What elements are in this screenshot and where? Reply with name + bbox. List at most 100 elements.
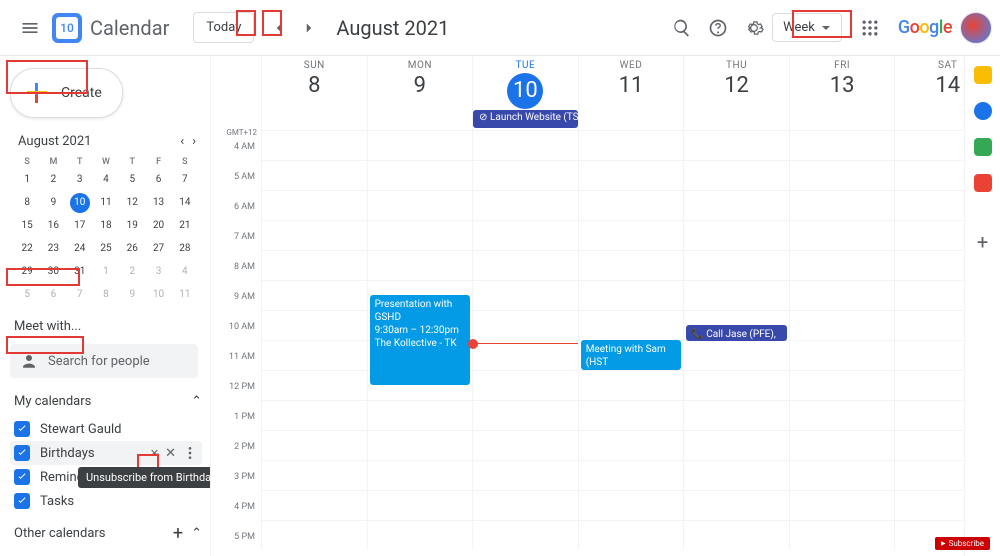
addons-plus-icon[interactable]: + [977, 230, 988, 254]
search-icon[interactable] [664, 10, 700, 46]
add-other-calendar-button[interactable]: + [173, 523, 183, 544]
search-people-input[interactable]: Search for people [10, 344, 198, 378]
day-column[interactable]: 📞 Call Jase (PFE), 10:3 [683, 130, 789, 550]
mini-day-cell[interactable]: 7 [70, 285, 90, 305]
more-icon[interactable] [182, 445, 198, 461]
mini-day-cell[interactable]: 21 [175, 216, 195, 236]
calendar-list-item[interactable]: Birthdays✕̶✕Unsubscribe from Birthdays [10, 441, 202, 465]
day-header[interactable]: WED11 [578, 56, 684, 110]
calendar-list-item[interactable]: Holidays in New Zealand [10, 552, 202, 556]
calendar-list-item[interactable]: Stewart Gauld [10, 417, 202, 441]
event-block[interactable]: Presentation with GSHD9:30am – 12:30pmTh… [370, 295, 471, 385]
keep-icon[interactable] [974, 66, 992, 84]
maps-icon[interactable] [974, 174, 992, 192]
today-button[interactable]: Today [193, 12, 254, 43]
allday-cell[interactable] [367, 110, 473, 130]
event-block[interactable]: 📞 Call Jase (PFE), 10:3 [686, 325, 787, 341]
event-block[interactable]: Meeting with Sam (HST11am – 12pm [581, 340, 682, 370]
mini-day-cell[interactable]: 30 [43, 262, 63, 282]
mini-day-cell[interactable]: 6 [43, 285, 63, 305]
mini-day-cell[interactable]: 2 [43, 170, 63, 190]
help-icon[interactable] [700, 10, 736, 46]
mini-day-cell[interactable]: 7 [175, 170, 195, 190]
day-header[interactable]: FRI13 [789, 56, 895, 110]
mini-day-cell[interactable]: 8 [17, 193, 37, 213]
mini-day-cell[interactable]: 14 [175, 193, 195, 213]
day-column[interactable] [472, 130, 578, 550]
my-calendars-toggle[interactable]: My calendars ⌃ [6, 388, 210, 415]
mini-day-cell[interactable]: 5 [17, 285, 37, 305]
allday-cell[interactable] [578, 110, 684, 130]
user-avatar[interactable] [960, 12, 992, 44]
mini-day-cell[interactable]: 20 [149, 216, 169, 236]
close-icon[interactable]: ✕ [165, 446, 176, 461]
mini-day-cell[interactable]: 19 [122, 216, 142, 236]
mini-day-cell[interactable]: 13 [149, 193, 169, 213]
calendar-list-item[interactable]: Tasks [10, 489, 202, 513]
mini-day-cell[interactable]: 12 [122, 193, 142, 213]
mini-day-cell[interactable]: 5 [122, 170, 142, 190]
other-calendars-toggle[interactable]: Other calendars + ⌃ [6, 517, 210, 550]
mini-day-cell[interactable]: 1 [17, 170, 37, 190]
day-column[interactable]: Meeting with Sam (HST11am – 12pm [578, 130, 684, 550]
mini-day-cell[interactable]: 29 [17, 262, 37, 282]
mini-day-cell[interactable]: 11 [175, 285, 195, 305]
mini-prev-month-button[interactable]: ‹ [178, 132, 186, 151]
mini-next-month-button[interactable]: › [190, 132, 198, 151]
mini-day-cell[interactable]: 3 [149, 262, 169, 282]
day-column[interactable] [261, 130, 367, 550]
calendar-checkbox[interactable] [14, 493, 30, 509]
calendar-checkbox[interactable] [14, 469, 30, 485]
mini-day-cell[interactable]: 3 [70, 170, 90, 190]
day-column[interactable] [789, 130, 895, 550]
contacts-icon[interactable] [974, 138, 992, 156]
mini-day-cell[interactable]: 23 [43, 239, 63, 259]
unsubscribe-icon[interactable]: ✕̶ [150, 447, 159, 460]
google-apps-icon[interactable] [852, 10, 888, 46]
next-week-button[interactable] [296, 15, 322, 41]
mini-day-cell[interactable]: 18 [96, 216, 116, 236]
hamburger-menu-icon[interactable] [8, 6, 52, 50]
mini-day-cell[interactable]: 22 [17, 239, 37, 259]
mini-day-cell[interactable]: 28 [175, 239, 195, 259]
mini-day-cell[interactable]: 10 [70, 193, 90, 213]
tasks-icon[interactable] [974, 102, 992, 120]
mini-day-cell[interactable]: 4 [175, 262, 195, 282]
mini-day-cell[interactable]: 26 [122, 239, 142, 259]
day-header[interactable]: MON9 [367, 56, 473, 110]
allday-cell[interactable] [261, 110, 367, 130]
time-label: 5 AM [211, 172, 261, 202]
allday-cell[interactable] [683, 110, 789, 130]
mini-day-cell[interactable]: 31 [70, 262, 90, 282]
view-select-dropdown[interactable]: Week [772, 13, 842, 42]
mini-day-cell[interactable]: 6 [149, 170, 169, 190]
app-title: Calendar [90, 16, 169, 40]
mini-day-cell[interactable]: 1 [96, 262, 116, 282]
mini-day-cell[interactable]: 9 [122, 285, 142, 305]
allday-cell[interactable]: ⊘ Launch Website (TS [472, 110, 578, 130]
day-header[interactable]: THU12 [683, 56, 789, 110]
calendar-checkbox[interactable] [14, 445, 30, 461]
mini-day-cell[interactable]: 24 [70, 239, 90, 259]
calendar-checkbox[interactable] [14, 421, 30, 437]
settings-gear-icon[interactable] [736, 10, 772, 46]
mini-day-cell[interactable]: 25 [96, 239, 116, 259]
mini-day-cell[interactable]: 2 [122, 262, 142, 282]
mini-day-cell[interactable]: 11 [96, 193, 116, 213]
prev-week-button[interactable] [266, 15, 292, 41]
day-header[interactable]: SUN8 [261, 56, 367, 110]
day-column[interactable]: Presentation with GSHD9:30am – 12:30pmTh… [367, 130, 473, 550]
mini-day-cell[interactable]: 4 [96, 170, 116, 190]
mini-day-cell[interactable]: 8 [96, 285, 116, 305]
allday-event[interactable]: ⊘ Launch Website (TS [473, 110, 578, 128]
subscribe-badge[interactable]: Subscribe [935, 537, 990, 550]
mini-day-cell[interactable]: 16 [43, 216, 63, 236]
mini-day-cell[interactable]: 10 [149, 285, 169, 305]
create-button[interactable]: Create [10, 68, 123, 118]
mini-day-cell[interactable]: 9 [43, 193, 63, 213]
mini-day-cell[interactable]: 17 [70, 216, 90, 236]
allday-cell[interactable] [789, 110, 895, 130]
mini-day-cell[interactable]: 15 [17, 216, 37, 236]
mini-day-cell[interactable]: 27 [149, 239, 169, 259]
day-header[interactable]: TUE10 [472, 56, 578, 110]
